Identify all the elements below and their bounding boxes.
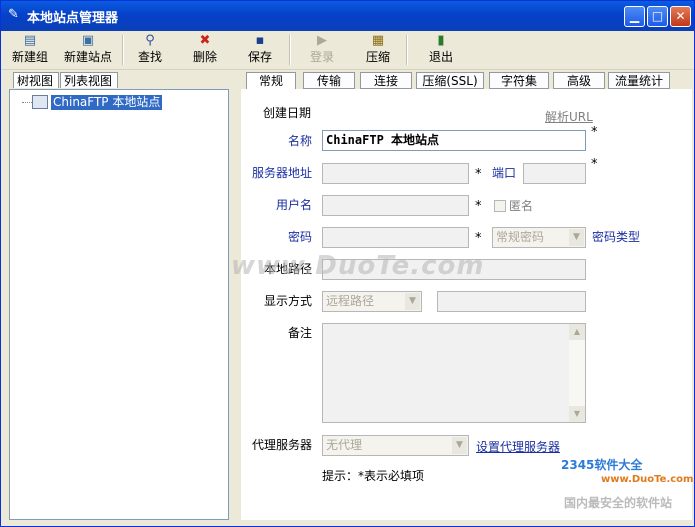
- login-label: 登录: [309, 50, 334, 64]
- compress-button[interactable]: ▦ 压缩: [363, 33, 393, 67]
- required-mark: *: [591, 157, 598, 172]
- app-icon: ✎: [8, 7, 19, 22]
- delete-icon: ✖: [199, 33, 211, 48]
- password-label: 密码: [288, 230, 313, 244]
- tab-general[interactable]: 常规: [246, 72, 296, 90]
- delete-label: 删除: [192, 50, 217, 64]
- chevron-down-icon: ▼: [569, 229, 584, 246]
- login-button[interactable]: ▶ 登录: [308, 33, 336, 67]
- chevron-down-icon: ▼: [405, 293, 420, 310]
- door-icon: ▮: [437, 33, 445, 48]
- watermark-tagline: 国内最安全的软件站: [564, 496, 673, 510]
- toolbar-separator: [406, 35, 408, 65]
- new-group-label: 新建组: [11, 50, 48, 64]
- name-label: 名称: [288, 134, 313, 148]
- remarks-textarea[interactable]: ▲ ▼: [322, 323, 586, 423]
- compress-label: 压缩: [365, 50, 390, 64]
- site-folder-icon: [32, 95, 48, 109]
- password-type-value: 常规密码: [496, 230, 545, 244]
- floppy-icon: ▪: [255, 33, 265, 48]
- required-mark: *: [475, 167, 482, 182]
- title-bar: ✎ 本地站点管理器 ▁ □ ✕: [1, 1, 694, 31]
- password-type-label: 密码类型: [592, 230, 641, 244]
- toolbar: ▤ 新建组 ▣ 新建站点 ⚲ 查找 ✖ 删除 ▪ 保存 ▶ 登录 ▦ 压缩 ▮ …: [1, 31, 694, 70]
- tab-connection[interactable]: 连接: [360, 72, 412, 89]
- proxy-value: 无代理: [326, 438, 363, 452]
- window-title: 本地站点管理器: [27, 11, 119, 26]
- port-input[interactable]: [523, 163, 586, 184]
- magnifier-icon: ⚲: [145, 33, 155, 48]
- site-manager-window: ✎ 本地站点管理器 ▁ □ ✕ ▤ 新建组 ▣ 新建站点 ⚲ 查找 ✖ 删除 ▪…: [0, 0, 695, 527]
- username-input[interactable]: [322, 195, 469, 216]
- new-group-button[interactable]: ▤ 新建组: [9, 33, 51, 67]
- remarks-label: 备注: [288, 326, 313, 340]
- required-mark: *: [591, 125, 598, 140]
- tab-charset[interactable]: 字符集: [489, 72, 549, 89]
- toolbar-separator: [122, 35, 124, 65]
- close-button[interactable]: ✕: [670, 6, 691, 27]
- save-button[interactable]: ▪ 保存: [246, 33, 274, 67]
- parse-url-link[interactable]: 解析URL: [545, 108, 593, 125]
- delete-button[interactable]: ✖ 删除: [191, 33, 219, 67]
- settings-tabs: 常规 传输 连接 压缩(SSL) 字符集 高级 流量统计: [246, 72, 692, 90]
- exit-label: 退出: [428, 50, 453, 64]
- tab-list-view[interactable]: 列表视图: [60, 72, 118, 88]
- compress-icon: ▦: [371, 33, 385, 48]
- scroll-up-icon[interactable]: ▲: [569, 324, 585, 340]
- tab-traffic-stats[interactable]: 流量统计: [608, 72, 670, 89]
- exit-button[interactable]: ▮ 退出: [426, 33, 456, 67]
- tab-compression-ssl[interactable]: 压缩(SSL): [416, 72, 484, 89]
- new-site-label: 新建站点: [63, 50, 112, 64]
- required-mark: *: [475, 231, 482, 246]
- watermark-site: www.DuoTe.com: [601, 474, 694, 485]
- proxy-label: 代理服务器: [252, 438, 313, 452]
- port-label: 端口: [492, 166, 517, 180]
- name-input[interactable]: ChinaFTP 本地站点: [322, 130, 586, 151]
- server-address-input[interactable]: [322, 163, 469, 184]
- new-group-icon: ▤: [23, 33, 37, 48]
- watermark-text: www.DuoTe.com: [231, 251, 485, 281]
- new-site-button[interactable]: ▣ 新建站点: [61, 33, 115, 67]
- proxy-select[interactable]: 无代理 ▼: [322, 435, 469, 456]
- tree-item-label: ChinaFTP 本地站点: [51, 95, 163, 110]
- password-input[interactable]: [322, 227, 469, 248]
- tree-connector: [22, 102, 32, 103]
- chevron-down-icon: ▼: [452, 437, 467, 454]
- display-path-input[interactable]: [437, 291, 586, 312]
- server-address-label: 服务器地址: [252, 166, 313, 180]
- display-mode-select[interactable]: 远程路径 ▼: [322, 291, 422, 312]
- required-mark: *: [475, 199, 482, 214]
- site-tree[interactable]: ChinaFTP 本地站点: [9, 89, 229, 520]
- minimize-button[interactable]: ▁: [624, 6, 645, 27]
- tab-tree-view[interactable]: 树视图: [13, 72, 59, 88]
- maximize-button[interactable]: □: [647, 6, 668, 27]
- password-type-select[interactable]: 常规密码 ▼: [492, 227, 586, 248]
- new-site-icon: ▣: [81, 33, 95, 48]
- find-button[interactable]: ⚲ 查找: [135, 33, 165, 67]
- tab-transfer[interactable]: 传输: [303, 72, 355, 89]
- set-proxy-link[interactable]: 设置代理服务器: [476, 438, 560, 455]
- anonymous-checkbox[interactable]: [494, 200, 506, 212]
- created-date-label: 创建日期: [263, 106, 312, 120]
- remarks-scrollbar[interactable]: ▲ ▼: [569, 324, 585, 422]
- play-icon: ▶: [317, 33, 327, 48]
- save-label: 保存: [247, 50, 272, 64]
- required-hint: 提示：*表示必填项: [322, 469, 425, 483]
- display-mode-label: 显示方式: [264, 294, 313, 308]
- username-label: 用户名: [276, 198, 313, 212]
- watermark-logo: 2345软件大全: [561, 458, 643, 472]
- toolbar-separator: [289, 35, 291, 65]
- scroll-down-icon[interactable]: ▼: [569, 406, 585, 422]
- display-mode-value: 远程路径: [326, 294, 375, 308]
- tab-advanced[interactable]: 高级: [553, 72, 605, 89]
- find-label: 查找: [137, 50, 162, 64]
- anonymous-label: 匿名: [509, 199, 534, 213]
